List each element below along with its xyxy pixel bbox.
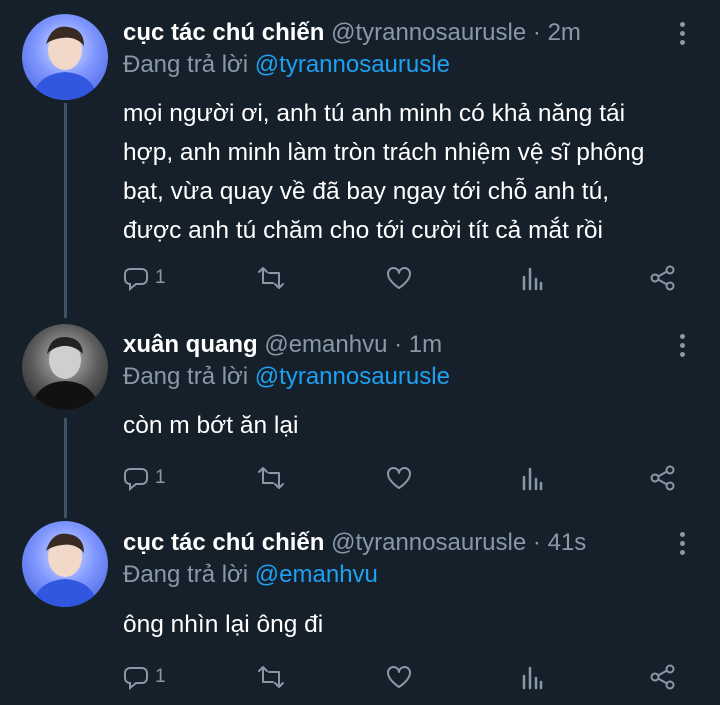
author-handle[interactable]: @tyrannosaurusle bbox=[331, 19, 526, 46]
tweet-text: còn m bớt ăn lại bbox=[123, 406, 703, 445]
reply-count: 1 bbox=[155, 267, 166, 288]
share-icon bbox=[649, 464, 677, 492]
tweet-text: mọi người ơi, anh tú anh minh có khả năn… bbox=[123, 94, 703, 250]
replying-to-label: Đang trả lời bbox=[123, 363, 249, 390]
reply-button[interactable]: 1 bbox=[123, 262, 166, 294]
analytics-icon bbox=[520, 465, 544, 491]
author-name[interactable]: xuân quang bbox=[123, 331, 258, 358]
replying-to-label: Đang trả lời bbox=[123, 561, 249, 588]
like-icon bbox=[385, 265, 413, 291]
reply-mention[interactable]: @tyrannosaurusle bbox=[255, 363, 450, 390]
tweet-text-line: ông nhìn lại ông đi bbox=[123, 611, 324, 638]
separator: · bbox=[532, 529, 541, 556]
like-icon bbox=[385, 664, 413, 690]
reply-count: 1 bbox=[155, 467, 166, 488]
author-name[interactable]: cục tác chú chiến bbox=[123, 19, 324, 46]
tweet[interactable]: cục tác chú chiến @tyrannosaurusle · 41s… bbox=[0, 515, 720, 705]
retweet-button[interactable] bbox=[256, 462, 286, 494]
share-button[interactable] bbox=[649, 661, 677, 693]
share-icon bbox=[649, 264, 677, 292]
author-name[interactable]: cục tác chú chiến bbox=[123, 529, 324, 556]
like-icon bbox=[385, 465, 413, 491]
more-options-icon[interactable] bbox=[675, 22, 689, 49]
tweet-text-line: bạt, vừa quay về đã bay ngay tới chỗ anh… bbox=[123, 178, 610, 205]
reply-button[interactable]: 1 bbox=[123, 661, 166, 693]
reply-icon bbox=[123, 265, 149, 291]
share-button[interactable] bbox=[649, 462, 677, 494]
like-button[interactable] bbox=[385, 462, 413, 494]
analytics-icon bbox=[520, 265, 544, 291]
tweet-text-line: còn m bớt ăn lại bbox=[123, 412, 299, 439]
analytics-button[interactable] bbox=[520, 462, 544, 494]
share-icon bbox=[649, 663, 677, 691]
tweet[interactable]: xuân quang @emanhvu · 1m Đang trả lời @t… bbox=[0, 310, 720, 515]
reply-icon bbox=[123, 664, 149, 690]
tweet-actions: 1 bbox=[123, 661, 683, 693]
reply-button[interactable]: 1 bbox=[123, 462, 166, 494]
separator: · bbox=[532, 19, 541, 46]
tweet-actions: 1 bbox=[123, 462, 683, 494]
retweet-button[interactable] bbox=[256, 262, 286, 294]
avatar[interactable] bbox=[22, 14, 108, 100]
author-handle[interactable]: @tyrannosaurusle bbox=[331, 529, 526, 556]
retweet-icon bbox=[256, 465, 286, 491]
analytics-button[interactable] bbox=[520, 661, 544, 693]
like-button[interactable] bbox=[385, 262, 413, 294]
retweet-button[interactable] bbox=[256, 661, 286, 693]
tweet-text: ông nhìn lại ông đi bbox=[123, 605, 703, 644]
tweet-text-line: mọi người ơi, anh tú anh minh có khả năn… bbox=[123, 100, 626, 127]
reply-icon bbox=[123, 465, 149, 491]
avatar[interactable] bbox=[22, 521, 108, 607]
reply-count: 1 bbox=[155, 666, 166, 687]
replying-to-label: Đang trả lời bbox=[123, 51, 249, 78]
reply-mention[interactable]: @tyrannosaurusle bbox=[255, 51, 450, 78]
more-options-icon[interactable] bbox=[675, 532, 689, 559]
retweet-icon bbox=[256, 265, 286, 291]
timestamp[interactable]: 2m bbox=[548, 19, 581, 46]
timestamp[interactable]: 41s bbox=[548, 529, 587, 556]
tweet-text-line: hợp, anh minh làm tròn trách nhiệm vệ sĩ… bbox=[123, 139, 645, 166]
reply-mention[interactable]: @emanhvu bbox=[255, 561, 378, 588]
more-options-icon[interactable] bbox=[675, 334, 689, 361]
timestamp[interactable]: 1m bbox=[409, 331, 442, 358]
tweet-actions: 1 bbox=[123, 262, 683, 294]
tweet[interactable]: cục tác chú chiến @tyrannosaurusle · 2m … bbox=[0, 0, 720, 310]
retweet-icon bbox=[256, 664, 286, 690]
analytics-button[interactable] bbox=[520, 262, 544, 294]
share-button[interactable] bbox=[649, 262, 677, 294]
separator: · bbox=[394, 331, 403, 358]
tweet-text-line: được anh tú chăm cho tới cười tít cả mắt… bbox=[123, 217, 603, 244]
like-button[interactable] bbox=[385, 661, 413, 693]
analytics-icon bbox=[520, 664, 544, 690]
avatar[interactable] bbox=[22, 324, 108, 410]
author-handle[interactable]: @emanhvu bbox=[264, 331, 387, 358]
